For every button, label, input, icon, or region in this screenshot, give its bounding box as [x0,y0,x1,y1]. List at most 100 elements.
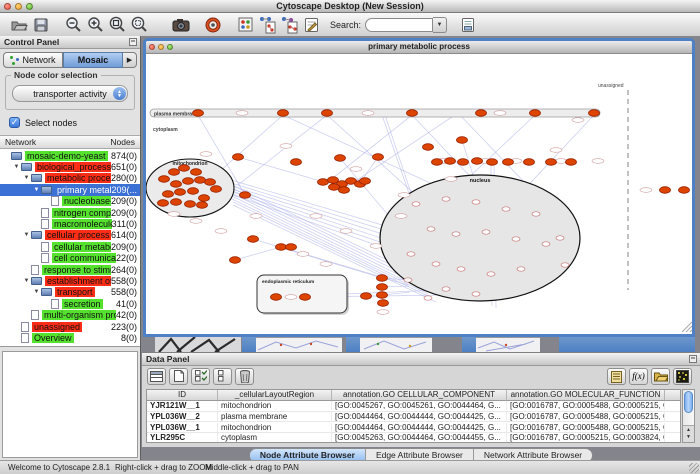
network-node[interactable] [360,178,371,185]
network-node[interactable] [457,267,465,271]
network-node[interactable] [423,144,434,151]
network-node[interactable] [185,201,196,208]
tree-item[interactable]: nucleobase-209(0) [0,196,140,207]
network-node[interactable] [240,192,251,199]
network-node[interactable] [188,188,199,195]
network-node[interactable] [502,207,510,211]
network-node[interactable] [329,184,340,191]
network-node[interactable] [199,195,210,202]
network-node[interactable] [318,179,329,186]
tree-item[interactable]: secretion41(0) [0,298,140,309]
float-panel-icon[interactable] [689,355,697,363]
tree-item[interactable]: ▼primary metabo209(... [0,184,140,195]
network-node[interactable] [377,275,388,282]
expand-arrow-icon[interactable]: ▼ [12,164,21,170]
tree-item[interactable]: macromolecule311(0) [0,218,140,229]
tree-item[interactable]: unassigned223(0) [0,321,140,332]
expand-arrow-icon[interactable]: ▼ [22,175,31,181]
network-node[interactable] [407,252,415,256]
network-node[interactable] [542,242,550,246]
window-titlebar[interactable]: Cytoscape Desktop (New Session) [0,0,700,13]
network-node[interactable] [378,300,389,307]
network-node[interactable] [171,181,182,188]
network-node[interactable] [183,178,194,185]
network-node[interactable] [589,110,600,117]
network-node[interactable] [424,296,432,300]
network-node[interactable] [377,292,388,299]
network-node[interactable] [472,158,483,165]
network-node[interactable] [472,292,480,296]
search-input[interactable] [365,18,433,32]
network-node[interactable] [271,294,282,301]
network-node[interactable] [530,110,541,117]
delete-attribute-button[interactable] [235,368,254,385]
network-node[interactable] [361,293,372,300]
network-node[interactable] [233,154,244,161]
network-node[interactable] [452,232,460,236]
select-all-attributes-button[interactable] [191,368,210,385]
network-node[interactable] [427,227,435,231]
network-node[interactable] [191,169,202,176]
network-node[interactable] [404,278,412,282]
background-window-edge[interactable] [346,337,360,352]
network-node[interactable] [503,159,514,166]
network-node[interactable] [179,165,190,172]
zoom-fit-button[interactable] [107,15,127,35]
annotation-button[interactable] [301,15,321,35]
birds-eye-view[interactable] [2,351,138,458]
network-node[interactable] [566,159,577,166]
network-node[interactable] [335,155,346,162]
select-nodes-checkbox[interactable] [9,117,20,128]
tree-item[interactable]: mosaic-demo-yeast874(0) [0,150,140,161]
background-window-edge[interactable] [559,337,695,352]
overview-button[interactable] [235,15,255,35]
tree-item[interactable]: Overview8(0) [0,332,140,343]
table-scrollbar[interactable]: ▲▼ [682,389,695,443]
zoom-in-button[interactable] [85,15,105,35]
network-node[interactable] [561,263,569,267]
network-node[interactable] [487,159,498,166]
network-node[interactable] [339,187,350,194]
network-graph[interactable]: plasma membranecytoplasmmitochondrionnuc… [146,54,692,334]
expand-arrow-icon[interactable]: ▼ [22,278,31,284]
tree-item[interactable]: cellular metabo209(0) [0,241,140,252]
network-node[interactable] [278,110,289,117]
network-node[interactable] [159,176,170,183]
network-node[interactable] [457,137,468,144]
background-window-preview[interactable] [476,337,540,353]
tab-overflow-button[interactable]: ▶ [123,52,137,68]
open-session-button[interactable] [9,15,29,35]
network-node[interactable] [482,230,490,234]
table-row[interactable]: YLR295Ccytoplasm[GO:0045263, GO:0044464,… [147,433,680,443]
search-options-dropdown[interactable]: ▼ [433,17,447,33]
network-node[interactable] [171,199,182,206]
network-node[interactable] [230,257,241,264]
node-color-dropdown[interactable]: transporter activity ▲▼ [12,85,128,102]
tree-item[interactable]: ▼establishment of lo558(0) [0,275,140,286]
network-node[interactable] [442,287,450,291]
tab-mosaic[interactable]: Mosaic [63,52,123,68]
maximize-icon[interactable] [167,44,173,50]
unselect-all-attributes-button[interactable] [213,368,232,385]
tree-header-nodes[interactable]: Nodes [110,137,135,147]
network-node[interactable] [373,154,384,161]
network-node[interactable] [195,177,206,184]
network-node[interactable] [442,197,450,201]
select-attributes-button[interactable] [147,368,166,385]
close-icon[interactable] [149,44,155,50]
background-window-edge[interactable] [462,337,476,352]
snapshot-button[interactable] [171,15,191,35]
network-node[interactable] [445,158,456,165]
attribute-batch-editor-button[interactable] [607,368,626,385]
scrollbar-thumb[interactable] [684,391,693,413]
tab-network[interactable]: Network [3,52,63,68]
background-window-edge[interactable] [242,337,256,352]
network-node[interactable] [276,244,287,251]
apply-layout-2-button[interactable] [279,15,299,35]
network-node[interactable] [512,237,520,241]
network-node[interactable] [197,202,208,209]
network-node[interactable] [205,179,216,186]
network-canvas[interactable]: plasma membranecytoplasmmitochondrionnuc… [146,54,692,334]
network-node[interactable] [546,159,557,166]
network-node[interactable] [432,159,443,166]
